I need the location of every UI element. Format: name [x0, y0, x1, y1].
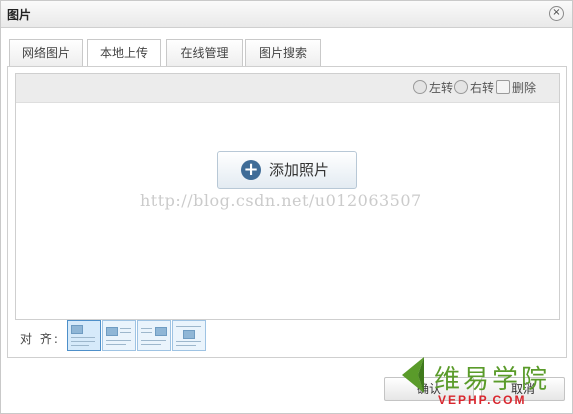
plus-icon: +	[241, 160, 261, 180]
image-toolbar: 左转 右转 删除	[16, 74, 559, 103]
upload-panel: 左转 右转 删除 + 添加照片 http://blog.csdn.net/u01…	[7, 66, 567, 358]
add-photo-label: 添加照片	[269, 161, 330, 179]
site-logo: 维易学院 VEPHP.COM	[396, 353, 566, 413]
tab-network-image[interactable]: 网络图片	[9, 39, 83, 66]
rotate-left-button[interactable]: 左转	[413, 80, 453, 96]
close-icon[interactable]: ×	[549, 6, 564, 21]
align-right-option[interactable]	[137, 320, 171, 351]
rotate-left-label: 左转	[429, 81, 454, 95]
delete-icon	[496, 80, 510, 94]
dialog-title: 图片	[7, 8, 32, 22]
rotate-left-icon	[413, 80, 427, 94]
add-photo-button[interactable]: + 添加照片	[217, 151, 357, 189]
align-center-option[interactable]	[172, 320, 206, 351]
tab-online-manage[interactable]: 在线管理	[166, 39, 243, 66]
logo-arrow-icon	[402, 357, 424, 393]
image-dialog: 图片 × 网络图片 本地上传 在线管理 图片搜索 左转 右转 删除 + 添加照片…	[0, 0, 573, 414]
tab-local-upload[interactable]: 本地上传	[87, 39, 161, 67]
watermark-text: http://blog.csdn.net/u012063507	[140, 191, 422, 210]
delete-button[interactable]: 删除	[496, 80, 536, 96]
rotate-right-button[interactable]: 右转	[454, 80, 494, 96]
delete-label: 删除	[512, 81, 537, 95]
rotate-right-label: 右转	[470, 81, 495, 95]
upload-area: 左转 右转 删除 + 添加照片 http://blog.csdn.net/u01…	[15, 73, 560, 320]
tab-image-search[interactable]: 图片搜索	[245, 39, 321, 66]
logo-en-text: VEPHP.COM	[438, 393, 527, 407]
rotate-right-icon	[454, 80, 468, 94]
dialog-titlebar: 图片 ×	[1, 1, 572, 28]
align-none-option[interactable]	[67, 320, 101, 351]
logo-cn-text: 维易学院	[434, 365, 551, 395]
align-left-option[interactable]	[102, 320, 136, 351]
align-label: 对 齐:	[20, 332, 60, 346]
